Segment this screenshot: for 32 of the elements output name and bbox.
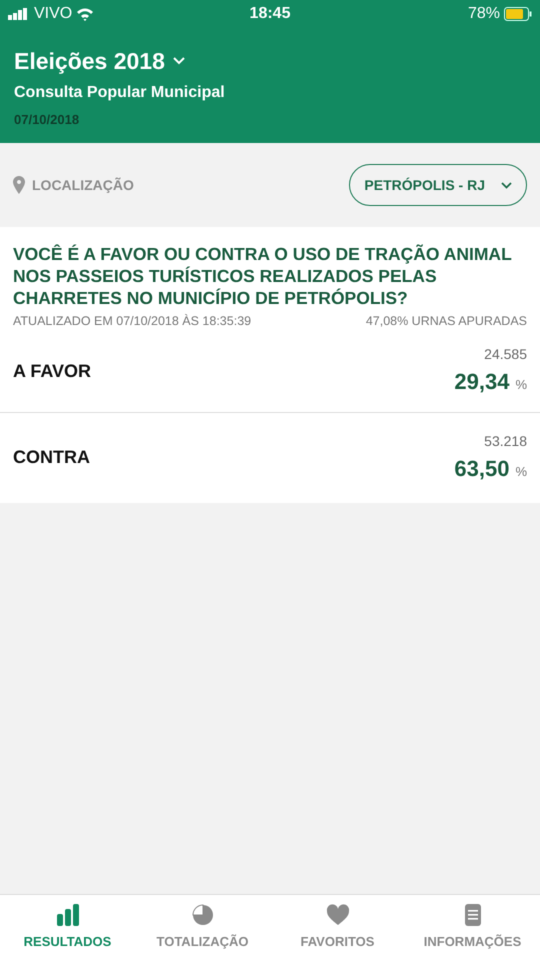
wifi-icon [76, 7, 94, 21]
tab-item[interactable]: RESULTADOS [0, 895, 135, 960]
bar-chart-icon [54, 904, 80, 926]
chevron-down-icon [501, 182, 512, 188]
vote-count: 24.585 [484, 345, 527, 364]
chevron-down-icon [172, 57, 185, 66]
vote-percentage: 29,34 [454, 368, 510, 396]
battery-icon [504, 7, 532, 21]
signal-icon [8, 8, 30, 20]
question-text: VOCÊ É A FAVOR OU CONTRA O USO DE TRAÇÃO ANIMAL NOS PASSEIOS TURÍSTICOS REALIZADOS PELAS CHARRETES NO MUNICÍPIO DE PETRÓPOLIS? [13, 243, 512, 309]
heart-icon [324, 904, 350, 926]
updated-time: ATUALIZADO EM 07/10/2018 ÀS 18:35:39 [13, 313, 252, 330]
city-selector[interactable]: PETRÓPOLIS - RJ [349, 164, 527, 206]
vote-percentage: 63,50 [454, 454, 510, 483]
tab-item[interactable]: TOTALIZAÇÃO [135, 895, 270, 960]
election-date: 07/10/2018 [14, 110, 80, 128]
option-label: A FAVOR [13, 360, 92, 383]
carrier-name: VIVO [34, 4, 72, 24]
tab-item[interactable]: INFORMAÇÕES [405, 895, 540, 960]
counted-ballots: 47,08% URNAS APURADAS [366, 313, 527, 330]
election-subtitle: Consulta Popular Municipal [14, 82, 226, 102]
option-label: CONTRA [13, 446, 91, 470]
vote-count: 53.218 [484, 432, 527, 451]
percent-unit: % [515, 462, 527, 481]
clock-time: 18:45 [250, 4, 290, 24]
battery-percent: 78% [468, 4, 500, 24]
percent-unit: % [515, 376, 527, 394]
election-selector[interactable]: Eleições 2018 [14, 44, 185, 78]
tab-item[interactable]: FAVORITOS [270, 895, 405, 960]
location-pin-icon [13, 176, 25, 194]
location-label: LOCALIZAÇÃO [32, 176, 135, 195]
pie-chart-icon [190, 904, 216, 926]
